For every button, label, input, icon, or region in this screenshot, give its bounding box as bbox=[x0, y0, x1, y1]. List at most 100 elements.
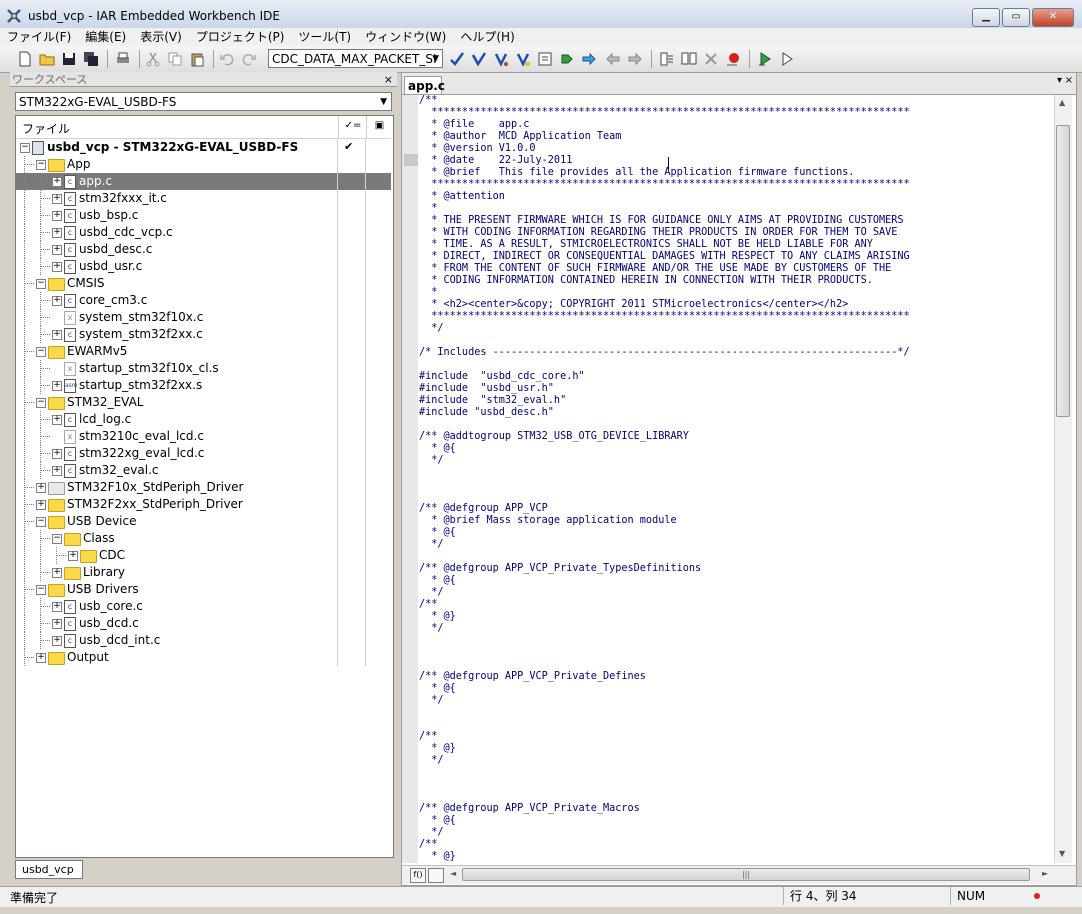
expand-icon[interactable]: + bbox=[52, 194, 62, 204]
tree-file[interactable]: x stm3210c_eval_lcd.c bbox=[16, 428, 391, 445]
editor-tab-app-c[interactable]: app.c bbox=[404, 76, 445, 94]
tree-folder[interactable]: + STM32F2xx_StdPeriph_Driver bbox=[16, 496, 391, 513]
search-combo[interactable]: CDC_DATA_MAX_PACKET_SI ▼ bbox=[268, 49, 443, 68]
expand-icon[interactable]: + bbox=[52, 568, 62, 578]
collapse-icon[interactable]: − bbox=[52, 534, 62, 544]
tab-list-icon[interactable]: ▾ bbox=[1057, 75, 1062, 86]
expand-icon[interactable]: + bbox=[52, 245, 62, 255]
tree-file[interactable]: + c usb_dcd_int.c bbox=[16, 632, 391, 649]
expand-icon[interactable]: + bbox=[52, 228, 62, 238]
tree-folder[interactable]: − Class bbox=[16, 530, 391, 547]
tree-folder[interactable]: − EWARMv5 bbox=[16, 343, 391, 360]
expand-icon[interactable]: + bbox=[36, 483, 46, 493]
collapse-icon[interactable]: − bbox=[36, 279, 46, 289]
menu-window[interactable]: ウィンドウ(W) bbox=[358, 28, 453, 46]
tree-file[interactable]: x startup_stm32f10x_cl.s bbox=[16, 360, 391, 377]
tree-folder[interactable]: + Library bbox=[16, 564, 391, 581]
debug-without-download-icon[interactable] bbox=[778, 50, 796, 68]
menu-tools[interactable]: ツール(T) bbox=[291, 28, 358, 46]
collapse-icon[interactable]: − bbox=[36, 517, 46, 527]
paste-icon[interactable] bbox=[188, 50, 206, 68]
scroll-down-icon[interactable]: ▼ bbox=[1059, 849, 1065, 858]
expand-icon[interactable]: + bbox=[36, 500, 46, 510]
expand-icon[interactable]: + bbox=[36, 653, 46, 663]
navigate-forward-icon[interactable] bbox=[580, 50, 598, 68]
tree-folder[interactable]: − USB Device bbox=[16, 513, 391, 530]
next-bookmark-icon[interactable] bbox=[514, 50, 532, 68]
horizontal-scroll-thumb[interactable]: ||| bbox=[462, 868, 1030, 881]
expand-icon[interactable]: + bbox=[52, 211, 62, 221]
redo-icon[interactable] bbox=[240, 50, 258, 68]
collapse-icon[interactable]: − bbox=[36, 585, 46, 595]
tree-file[interactable]: + asm startup_stm32f2xx.s bbox=[16, 377, 391, 394]
close-icon[interactable]: × bbox=[1065, 75, 1073, 86]
expand-icon[interactable]: + bbox=[52, 177, 62, 187]
tree-project[interactable]: − usbd_vcp - STM322xG-EVAL_USBD-FS ✔ bbox=[16, 139, 391, 156]
minimize-button[interactable]: ▁ bbox=[972, 8, 1000, 27]
configuration-select[interactable]: STM322xG-EVAL_USBD-FS ▼ bbox=[15, 92, 392, 111]
expand-icon[interactable]: + bbox=[52, 262, 62, 272]
expand-icon[interactable]: + bbox=[52, 330, 62, 340]
expand-icon[interactable]: + bbox=[52, 381, 62, 391]
compile-icon[interactable] bbox=[658, 50, 676, 68]
collapse-icon[interactable]: − bbox=[20, 143, 30, 153]
split-view-icon[interactable] bbox=[428, 868, 444, 883]
toggle-bookmark-icon[interactable] bbox=[492, 50, 510, 68]
scroll-up-icon[interactable]: ▲ bbox=[1059, 98, 1065, 107]
vertical-scroll-thumb[interactable] bbox=[1056, 125, 1070, 417]
navigate-next-icon[interactable] bbox=[626, 50, 644, 68]
build-column-icon[interactable]: ▣ bbox=[366, 116, 392, 138]
function-navigator-icon[interactable]: f() bbox=[410, 868, 426, 883]
make-icon[interactable] bbox=[680, 50, 698, 68]
code-area[interactable]: /** ************************************… bbox=[419, 95, 1052, 863]
tree-file[interactable]: + c lcd_log.c bbox=[16, 411, 391, 428]
save-icon[interactable] bbox=[60, 50, 78, 68]
files-column-header[interactable]: ファイル bbox=[22, 120, 70, 137]
new-file-icon[interactable] bbox=[16, 50, 34, 68]
tree-file[interactable]: + c usb_dcd.c bbox=[16, 615, 391, 632]
find-prev-icon[interactable] bbox=[470, 50, 488, 68]
close-icon[interactable]: × bbox=[384, 72, 393, 87]
expand-icon[interactable]: + bbox=[52, 636, 62, 646]
navigate-icon[interactable] bbox=[558, 50, 576, 68]
tree-file[interactable]: + c usbd_desc.c bbox=[16, 241, 391, 258]
find-next-icon[interactable] bbox=[448, 50, 466, 68]
tree-file[interactable]: + c stm32fxxx_it.c bbox=[16, 190, 391, 207]
workspace-tab[interactable]: usbd_vcp bbox=[15, 860, 83, 879]
collapse-icon[interactable]: − bbox=[36, 160, 46, 170]
tree-folder[interactable]: + Output bbox=[16, 649, 391, 666]
tree-file[interactable]: + c usbd_cdc_vcp.c bbox=[16, 224, 391, 241]
stop-build-icon[interactable] bbox=[702, 50, 720, 68]
collapse-icon[interactable]: − bbox=[36, 347, 46, 357]
scroll-left-icon[interactable]: ◄ bbox=[450, 869, 456, 878]
toggle-breakpoint-icon[interactable] bbox=[724, 50, 742, 68]
tree-file[interactable]: x system_stm32f10x.c bbox=[16, 309, 391, 326]
tree-file[interactable]: + c stm322xg_eval_lcd.c bbox=[16, 445, 391, 462]
goto-icon[interactable] bbox=[536, 50, 554, 68]
copy-icon[interactable] bbox=[166, 50, 184, 68]
navigate-back-icon[interactable] bbox=[604, 50, 622, 68]
collapse-icon[interactable]: − bbox=[36, 398, 46, 408]
expand-icon[interactable]: + bbox=[52, 466, 62, 476]
download-debug-icon[interactable] bbox=[756, 50, 774, 68]
options-column-icon[interactable]: ✓= bbox=[338, 116, 367, 138]
expand-icon[interactable]: + bbox=[68, 551, 78, 561]
cut-icon[interactable] bbox=[144, 50, 162, 68]
editor-gutter[interactable] bbox=[402, 95, 418, 863]
tree-file[interactable]: + c app.c bbox=[16, 173, 391, 190]
expand-icon[interactable]: + bbox=[52, 415, 62, 425]
tree-folder[interactable]: − CMSIS bbox=[16, 275, 391, 292]
expand-icon[interactable]: + bbox=[52, 449, 62, 459]
tree-folder[interactable]: + STM32F10x_StdPeriph_Driver bbox=[16, 479, 391, 496]
undo-icon[interactable] bbox=[218, 50, 236, 68]
tree-folder[interactable]: + CDC bbox=[16, 547, 391, 564]
close-button[interactable]: ✕ bbox=[1032, 8, 1074, 27]
tree-folder[interactable]: − USB Drivers bbox=[16, 581, 391, 598]
open-folder-icon[interactable] bbox=[38, 50, 56, 68]
save-all-icon[interactable] bbox=[82, 50, 100, 68]
source-code[interactable]: /** ************************************… bbox=[419, 95, 1052, 863]
menu-project[interactable]: プロジェクト(P) bbox=[189, 28, 292, 46]
tree-file[interactable]: + c system_stm32f2xx.c bbox=[16, 326, 391, 343]
menu-help[interactable]: ヘルプ(H) bbox=[453, 28, 521, 46]
menu-edit[interactable]: 編集(E) bbox=[78, 28, 133, 46]
